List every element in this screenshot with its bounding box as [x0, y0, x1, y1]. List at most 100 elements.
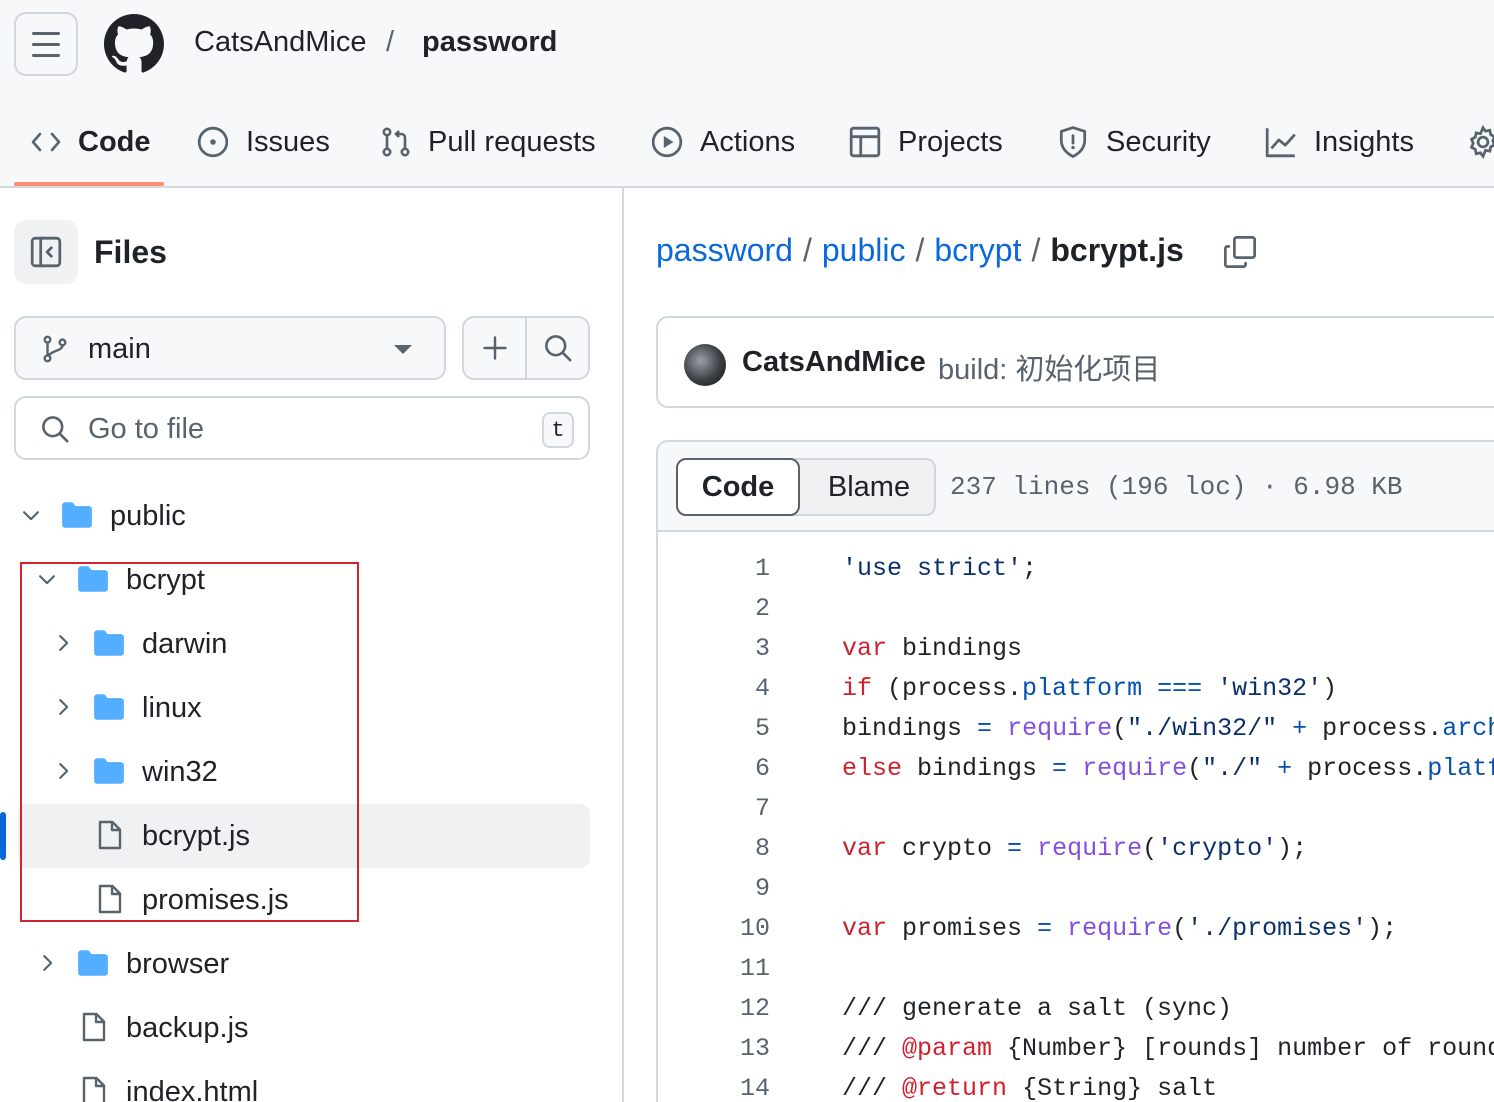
tree-item-linux[interactable]: linux	[0, 676, 620, 740]
menu-button[interactable]	[14, 12, 78, 76]
tab-code[interactable]: Code	[30, 112, 151, 172]
tab-issues[interactable]: Issues	[196, 112, 330, 172]
tab-insights[interactable]: Insights	[1264, 112, 1414, 172]
tab-projects[interactable]: Projects	[848, 112, 1003, 172]
tab-label: Insights	[1314, 125, 1414, 158]
tab-label: Pull requests	[428, 125, 596, 158]
actions-play-icon	[651, 126, 683, 158]
line-source: var crypto = require('crypto');	[842, 834, 1308, 863]
branch-selector[interactable]: main	[14, 316, 446, 380]
search-files-button[interactable]	[525, 318, 588, 378]
go-to-file-placeholder: Go to file	[88, 413, 205, 445]
tree-item-label: index.html	[126, 1076, 259, 1102]
breadcrumb-bcrypt-link[interactable]: bcrypt	[934, 232, 1021, 269]
tree-item-index-html[interactable]: index.html	[0, 1060, 620, 1102]
repo-name-link[interactable]: password	[422, 26, 557, 59]
line-number[interactable]: 10	[688, 914, 770, 943]
tab-pull-requests[interactable]: Pull requests	[380, 112, 596, 172]
line-number[interactable]: 9	[688, 874, 770, 903]
line-number[interactable]: 8	[688, 834, 770, 863]
tree-item-bcrypt[interactable]: bcrypt	[0, 548, 620, 612]
search-icon	[544, 335, 571, 362]
tab-actions[interactable]: Actions	[650, 112, 795, 172]
code-line: 6 else bindings = require("./" + process.…	[658, 748, 1494, 788]
code-line: 10 var promises = require('./promises');	[658, 908, 1494, 948]
line-source: bindings = require("./win32/" + process.…	[842, 714, 1494, 743]
sidebar-collapse-button[interactable]	[14, 220, 78, 284]
tree-item-browser[interactable]: browser	[0, 932, 620, 996]
commit-author-link[interactable]: CatsAndMice	[742, 346, 926, 379]
code-view-button[interactable]: Code	[676, 458, 800, 516]
line-number[interactable]: 7	[688, 794, 770, 823]
code-line: 7	[658, 788, 1494, 828]
code-line: 5 bindings = require("./win32/" + process…	[658, 708, 1494, 748]
line-number[interactable]: 3	[688, 634, 770, 663]
line-number[interactable]: 14	[688, 1074, 770, 1102]
breadcrumb-separator: /	[1031, 232, 1041, 268]
blame-view-button[interactable]: Blame	[802, 460, 936, 514]
tab-label: Security	[1106, 125, 1211, 158]
commit-message-link[interactable]: build: 初始化项目	[938, 346, 1160, 388]
file-icon	[98, 820, 122, 850]
code-line: 4 if (process.platform === 'win32')	[658, 668, 1494, 708]
repo-owner-link[interactable]: CatsAndMice	[194, 26, 366, 59]
chevron-down-icon	[394, 345, 412, 354]
file-viewer-header: Code Blame 237 lines (196 loc) · 6.98 KB	[658, 442, 1494, 532]
breadcrumb-repo-link[interactable]: password	[656, 232, 793, 269]
tree-item-label: bcrypt.js	[142, 820, 250, 852]
tree-item-label: public	[110, 500, 186, 532]
file-icon	[82, 1012, 106, 1042]
code-icon	[31, 132, 61, 152]
shield-icon	[1059, 126, 1087, 158]
line-source: /// @param {Number} [rounds] number of r…	[842, 1034, 1494, 1063]
line-number[interactable]: 1	[688, 554, 770, 583]
tree-item-bcrypt-js[interactable]: bcrypt.js	[0, 804, 620, 868]
plus-icon	[482, 336, 507, 360]
copy-icon[interactable]	[1222, 234, 1258, 270]
tree-item-darwin[interactable]: darwin	[0, 612, 620, 676]
line-source: 'use strict';	[842, 554, 1038, 583]
folder-icon	[62, 502, 92, 528]
file-meta-info: 237 lines (196 loc) · 6.98 KB	[950, 472, 1403, 502]
code-line: 12 /// generate a salt (sync)	[658, 988, 1494, 1028]
line-number[interactable]: 13	[688, 1034, 770, 1063]
line-number[interactable]: 5	[688, 714, 770, 743]
breadcrumb-separator: /	[915, 232, 925, 268]
tab-label: Issues	[246, 125, 330, 158]
tree-item-public[interactable]: public	[0, 484, 620, 548]
folder-icon	[94, 630, 124, 656]
line-number[interactable]: 4	[688, 674, 770, 703]
github-logo-icon[interactable]	[104, 14, 164, 74]
add-file-button[interactable]	[464, 318, 525, 378]
chevron-down-icon	[23, 511, 39, 521]
avatar[interactable]	[684, 344, 726, 386]
breadcrumb-separator: /	[386, 26, 395, 58]
graph-icon	[1265, 128, 1296, 158]
chevron-right-icon	[59, 635, 69, 651]
tab-security[interactable]: Security	[1056, 112, 1211, 172]
tree-item-label: browser	[126, 948, 230, 980]
tree-item-label: win32	[142, 756, 218, 788]
tab-settings[interactable]	[1466, 112, 1494, 172]
tree-item-backup-js[interactable]: backup.js	[0, 996, 620, 1060]
tab-label: Actions	[700, 125, 796, 158]
code-line: 11	[658, 948, 1494, 988]
tree-item-win32[interactable]: win32	[0, 740, 620, 804]
tree-actions	[462, 316, 590, 380]
line-number[interactable]: 2	[688, 594, 770, 623]
code-line: 3 var bindings	[658, 628, 1494, 668]
line-number[interactable]: 12	[688, 994, 770, 1023]
code-line: 2	[658, 588, 1494, 628]
files-title: Files	[94, 234, 167, 270]
line-number[interactable]: 6	[688, 754, 770, 783]
line-number[interactable]: 11	[688, 954, 770, 983]
breadcrumb-separator: /	[802, 232, 812, 268]
branch-name: main	[88, 333, 151, 365]
chevron-right-icon	[59, 699, 69, 715]
projects-table-icon	[849, 126, 881, 158]
tree-item-label: darwin	[142, 628, 228, 660]
tree-item-promises-js[interactable]: promises.js	[0, 868, 620, 932]
breadcrumb-public-link[interactable]: public	[822, 232, 906, 269]
tab-label: Code	[78, 125, 151, 158]
go-to-file-input[interactable]: Go to file t	[14, 396, 590, 460]
